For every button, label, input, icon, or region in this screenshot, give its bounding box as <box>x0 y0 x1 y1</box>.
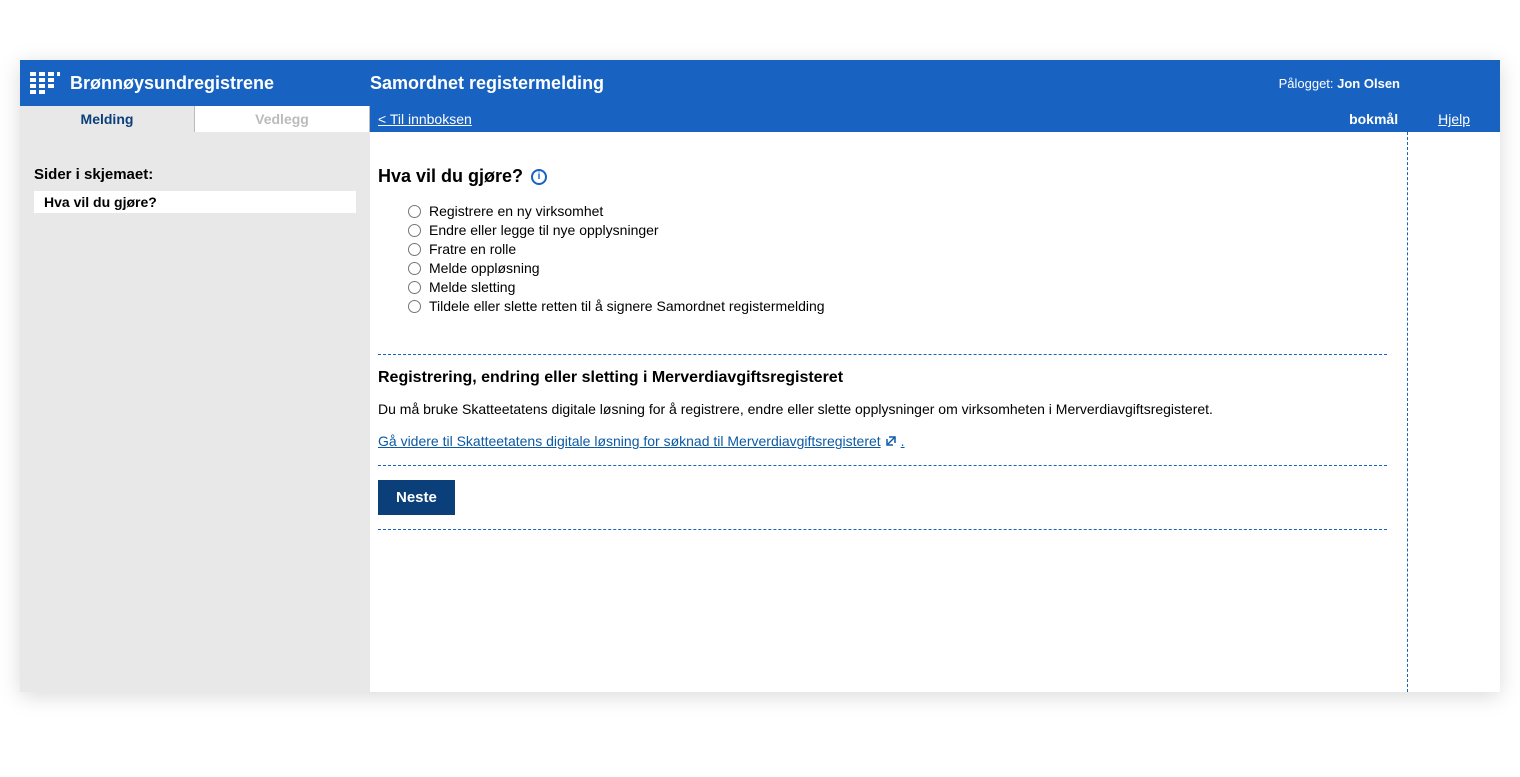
sidebar-title: Sider i skjemaet: <box>34 166 356 183</box>
mva-section: Registrering, endring eller sletting i M… <box>378 354 1387 466</box>
option-label: Tildele eller slette retten til å signer… <box>429 298 825 314</box>
help-link[interactable]: Hjelp <box>1438 111 1470 127</box>
radio-signing-rights[interactable] <box>408 300 421 313</box>
user-name: Jon Olsen <box>1337 76 1400 91</box>
tab-melding[interactable]: Melding <box>20 106 195 132</box>
option-label: Registrere en ny virksomhet <box>429 203 603 219</box>
right-gutter <box>1408 132 1500 692</box>
header: Brønnøysundregistrene Samordnet register… <box>20 60 1500 106</box>
sidebar-item-current[interactable]: Hva vil du gjøre? <box>34 191 356 213</box>
subheader-blue: < Til innboksen <box>370 106 1349 132</box>
sidebar: Sider i skjemaet: Hva vil du gjøre? <box>20 132 370 692</box>
option-label: Fratre en rolle <box>429 241 516 257</box>
external-link-icon <box>885 435 897 447</box>
tab-vedlegg[interactable]: Vedlegg <box>195 106 370 132</box>
option-label: Melde sletting <box>429 279 515 295</box>
radio-change-info[interactable] <box>408 224 421 237</box>
radio-register-new[interactable] <box>408 205 421 218</box>
mva-heading: Registrering, endring eller sletting i M… <box>378 369 1387 387</box>
mva-link-text: Gå videre til Skatteetatens digitale løs… <box>378 433 881 449</box>
next-button[interactable]: Neste <box>378 480 455 515</box>
tabs: Melding Vedlegg <box>20 106 370 132</box>
subheader-right: bokmål Hjelp <box>1349 106 1500 132</box>
question-title: Hva vil du gjøre? <box>378 166 523 187</box>
option-label: Endre eller legge til nye opplysninger <box>429 222 659 238</box>
content: Hva vil du gjøre? i Registrere en ny vir… <box>370 132 1500 692</box>
option-label: Melde oppløsning <box>429 260 540 276</box>
mva-text: Du må bruke Skatteetatens digitale løsni… <box>378 401 1387 417</box>
question-row: Hva vil du gjøre? i <box>378 166 1387 187</box>
mva-external-link[interactable]: Gå videre til Skatteetatens digitale løs… <box>378 433 905 449</box>
inbox-link[interactable]: < Til innboksen <box>378 111 472 127</box>
option-signing-rights[interactable]: Tildele eller slette retten til å signer… <box>408 298 1387 314</box>
brand-name: Brønnøysundregistrene <box>70 73 274 94</box>
info-icon[interactable]: i <box>531 169 547 185</box>
language-selector[interactable]: bokmål <box>1349 111 1398 127</box>
content-inner: Hva vil du gjøre? i Registrere en ny vir… <box>370 132 1408 692</box>
main: Sider i skjemaet: Hva vil du gjøre? Hva … <box>20 132 1500 692</box>
header-left: Brønnøysundregistrene <box>20 72 370 94</box>
option-register-new[interactable]: Registrere en ny virksomhet <box>408 203 1387 219</box>
app-shell: Brønnøysundregistrene Samordnet register… <box>20 60 1500 692</box>
options: Registrere en ny virksomhet Endre eller … <box>378 203 1387 314</box>
option-resign-role[interactable]: Fratre en rolle <box>408 241 1387 257</box>
button-row: Neste <box>378 466 1387 530</box>
radio-deletion[interactable] <box>408 281 421 294</box>
subheader: Melding Vedlegg < Til innboksen bokmål H… <box>20 106 1500 132</box>
logged-in-prefix: Pålogget: <box>1279 76 1338 91</box>
logged-in-user: Pålogget: Jon Olsen <box>1279 76 1500 91</box>
radio-resign-role[interactable] <box>408 243 421 256</box>
page-title: Samordnet registermelding <box>370 73 1279 94</box>
radio-dissolution[interactable] <box>408 262 421 275</box>
option-deletion[interactable]: Melde sletting <box>408 279 1387 295</box>
option-change-info[interactable]: Endre eller legge til nye opplysninger <box>408 222 1387 238</box>
period: . <box>901 433 905 449</box>
brand-logo-icon <box>30 72 60 94</box>
option-dissolution[interactable]: Melde oppløsning <box>408 260 1387 276</box>
